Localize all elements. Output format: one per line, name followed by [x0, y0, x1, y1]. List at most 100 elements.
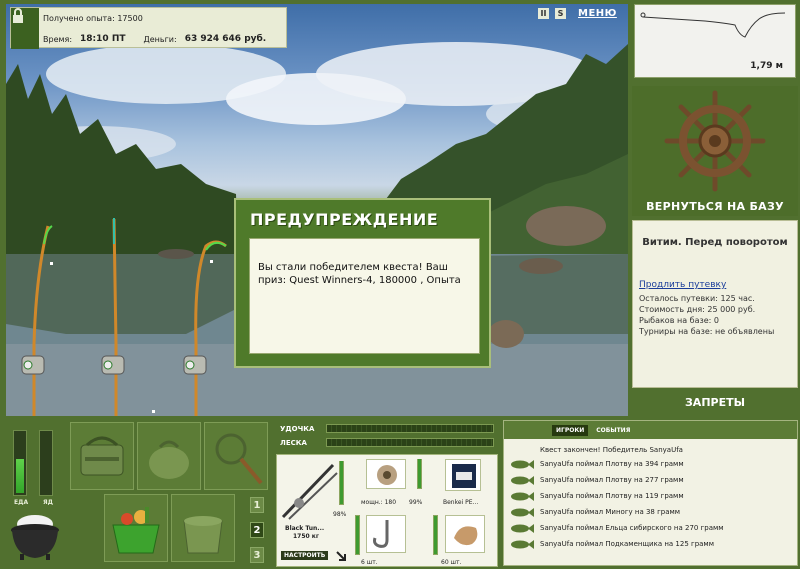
rod-weight: 1750 кг: [293, 533, 319, 540]
inventory-page-1[interactable]: 1: [250, 497, 264, 513]
tournaments: Турниры на базе: не объявлены: [639, 327, 775, 336]
hook-bar: [355, 515, 360, 555]
fish-icon: [511, 540, 534, 549]
setup-button[interactable]: НАСТРОИТЬ: [281, 551, 329, 560]
reel-power: мощн.: 180: [361, 499, 397, 506]
rod-2: [101, 218, 155, 416]
quest-finished-message: Квест закончен! Победитель SanyaUfa: [540, 446, 683, 454]
time-money-row: Время: 18:10 ПТ Деньги: 63 924 646 руб.: [43, 34, 266, 44]
money-value: 63 924 646 руб.: [184, 34, 267, 44]
top-controls: II S МЕНЮ: [538, 8, 617, 19]
inventory-slot-bag[interactable]: [70, 422, 134, 490]
fish-icon: [511, 476, 534, 485]
landing-net-icon: [215, 433, 263, 485]
hook-icon: [373, 520, 389, 548]
food-basket-icon: [112, 507, 160, 554]
hook-slot[interactable]: [366, 515, 406, 553]
money-label: Деньги:: [143, 34, 177, 44]
menu-button[interactable]: МЕНЮ: [578, 8, 617, 19]
lock-icon[interactable]: [11, 8, 39, 49]
cauldron-icon[interactable]: [8, 510, 62, 562]
line-slot[interactable]: [445, 459, 481, 491]
ship-wheel-icon[interactable]: [632, 86, 798, 196]
inventory-page-2[interactable]: 2: [250, 522, 264, 538]
inventory-slot-basket[interactable]: [104, 494, 168, 562]
inventory-page-3[interactable]: 3: [250, 547, 264, 563]
rod-wear-bar: [339, 461, 344, 505]
rod-model: Black Tun...: [285, 525, 325, 532]
events-panel: ИГРОКИ СОБЫТИЯ Квест закончен! Победител…: [503, 420, 798, 566]
event-text: SanyaUfa поймал Ельца сибирского на 270 …: [540, 524, 724, 532]
reel-wear-bar: [417, 459, 422, 489]
shrimp-bait-icon: [454, 526, 478, 546]
depth-profile-panel: 1,79 м: [634, 4, 796, 78]
events-tabs: ИГРОКИ СОБЫТИЯ: [504, 421, 797, 439]
list-item: SanyaUfa поймал Ельца сибирского на 270 …: [504, 521, 797, 537]
pause-icon[interactable]: II: [538, 8, 549, 19]
list-item: SanyaUfa поймал Плотву на 394 грамм: [504, 457, 797, 473]
reel-percent: 99%: [409, 499, 423, 506]
line-strength-label: ЛЕСКА: [280, 439, 307, 447]
permit-remaining: Осталось путевки: 125 час.: [639, 294, 755, 303]
arrow-down-right-icon: [336, 551, 346, 561]
tab-events[interactable]: СОБЫТИЯ: [592, 425, 634, 436]
event-text: SanyaUfa поймал Плотву на 394 грамм: [540, 460, 684, 468]
list-item: SanyaUfa поймал Плотву на 119 грамм: [504, 489, 797, 505]
fish-icon: [511, 524, 534, 533]
warning-dialog[interactable]: ПРЕДУПРЕЖДЕНИЕ Вы стали победителем квес…: [234, 198, 491, 368]
line-spool-icon: [452, 464, 476, 488]
rod-percent: 98%: [333, 511, 347, 518]
hook-count: 6 шт.: [361, 559, 378, 566]
location-details: Осталось путевки: 125 час. Стоимость дня…: [639, 293, 774, 337]
bait-count: 60 шт.: [441, 559, 462, 566]
bait-slot[interactable]: [445, 515, 485, 553]
tab-players[interactable]: ИГРОКИ: [552, 424, 589, 436]
list-item: SanyaUfa поймал Плотву на 277 грамм: [504, 473, 797, 489]
location-panel: Витим. Перед поворотом Продлить путевку …: [632, 220, 798, 388]
inventory-slot-sack[interactable]: [137, 422, 201, 490]
food-bar: [13, 430, 27, 496]
reel-icon: [377, 465, 397, 485]
poison-label: ЯД: [43, 499, 53, 506]
list-item: SanyaUfa поймал Подкаменщика на 125 грам…: [504, 537, 797, 553]
depth-value: 1,79 м: [750, 61, 783, 71]
bag-icon: [80, 436, 124, 476]
experience-value: 17500: [117, 14, 143, 23]
location-title: Витим. Перед поворотом: [642, 237, 788, 248]
event-text: SanyaUfa поймал Миногу на 38 грамм: [540, 508, 681, 516]
sack-icon: [149, 440, 189, 479]
fish-icon: [511, 508, 534, 517]
rod-name: Black Tun... 1750 кг: [285, 525, 324, 541]
fish-icon: [511, 460, 534, 469]
line-name: Benkei PE...: [443, 499, 479, 506]
list-item: SanyaUfa поймал Миногу на 38 грамм: [504, 505, 797, 521]
line-strength-bar: [326, 438, 494, 447]
dialog-message: Вы стали победителем квеста! Ваш приз: Q…: [249, 238, 480, 354]
bucket-icon: [183, 516, 223, 554]
time-value: 18:10 ПТ: [80, 34, 126, 44]
experience-label: Получено опыта:: [43, 14, 115, 23]
player-info-panel: Получено опыта: 17500 Время: 18:10 ПТ Де…: [10, 7, 287, 49]
extend-permit-link[interactable]: Продлить путевку: [639, 280, 726, 290]
event-text: SanyaUfa поймал Плотву на 277 грамм: [540, 476, 684, 484]
fishing-scene[interactable]: Получено опыта: 17500 Время: 18:10 ПТ Де…: [6, 4, 628, 416]
bans-button[interactable]: ЗАПРЕТЫ: [632, 396, 798, 409]
event-text: SanyaUfa поймал Подкаменщика на 125 грам…: [540, 540, 714, 548]
rod-strength-label: УДОЧКА: [280, 425, 315, 433]
reel-slot[interactable]: [366, 459, 406, 489]
inventory-slot-net[interactable]: [204, 422, 268, 490]
bait-bar: [433, 515, 438, 555]
sound-icon[interactable]: S: [555, 8, 566, 19]
ship-wheel-area: [632, 86, 798, 216]
rod-1: [21, 225, 53, 416]
event-text: SanyaUfa поймал Плотву на 119 грамм: [540, 492, 684, 500]
fish-icon: [511, 492, 534, 501]
rod-icon[interactable]: [279, 459, 339, 521]
day-cost: Стоимость дня: 25 000 руб.: [639, 305, 756, 314]
fishers-count: Рыбаков на базе: 0: [639, 316, 719, 325]
game-root: Получено опыта: 17500 Время: 18:10 ПТ Де…: [0, 0, 800, 569]
inventory-slot-bucket[interactable]: [171, 494, 235, 562]
time-label: Время:: [43, 34, 73, 44]
return-to-base-button[interactable]: ВЕРНУТЬСЯ НА БАЗУ: [632, 200, 798, 213]
events-list: Квест закончен! Победитель SanyaUfa Sany…: [504, 439, 797, 553]
